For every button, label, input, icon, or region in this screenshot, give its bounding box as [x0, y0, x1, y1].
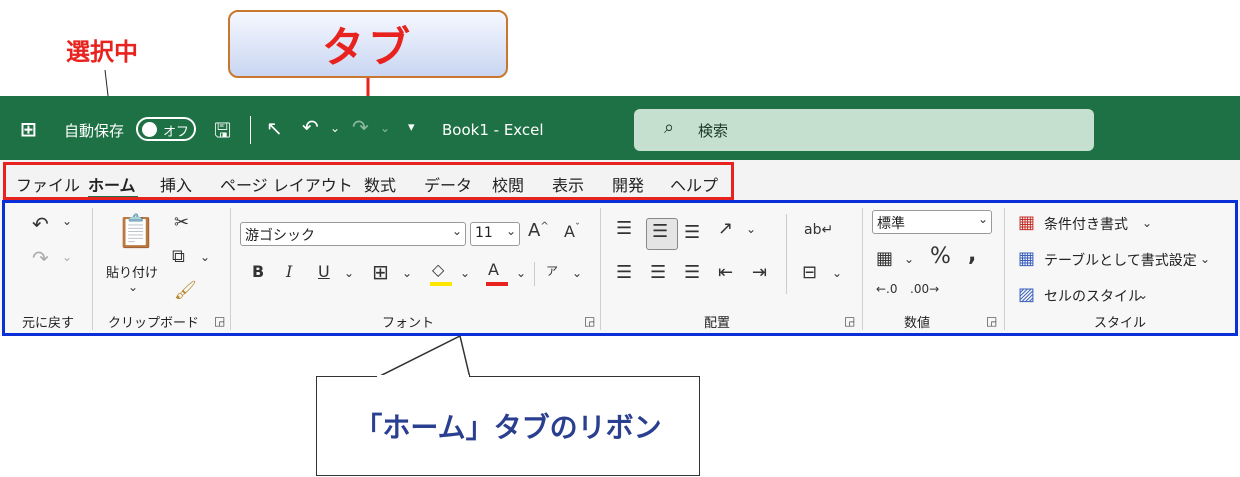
tabs-highlight-box	[3, 162, 734, 200]
redo-icon[interactable]: ↷	[352, 115, 369, 139]
select-cursor-icon[interactable]: ↖	[266, 116, 283, 140]
autosave-toggle[interactable]: オフ	[136, 117, 196, 141]
ribbon-callout: 「ホーム」タブのリボン	[316, 376, 700, 476]
ribbon-highlight-box	[2, 200, 1238, 336]
tab-callout: タブ	[228, 10, 508, 78]
document-title: Book1 - Excel	[442, 121, 544, 139]
undo-icon[interactable]: ↶	[302, 115, 319, 139]
autosave-state: オフ	[163, 125, 190, 140]
search-icon: ⌕	[664, 117, 675, 138]
excel-logo-icon: ⊞	[20, 117, 37, 141]
toolbar-divider	[250, 116, 251, 144]
autosave-label: 自動保存	[64, 122, 125, 140]
selected-annotation: 選択中	[66, 38, 138, 66]
redo-dropdown-icon[interactable]: ⌄	[380, 121, 390, 135]
customize-toolbar-icon[interactable]: ▾	[408, 120, 415, 135]
ribbon-callout-text: 「ホーム」タブのリボン	[354, 411, 662, 444]
tab-callout-text: タブ	[321, 22, 414, 72]
search-placeholder: 検索	[698, 122, 729, 140]
save-icon[interactable]: 🖫	[214, 116, 231, 150]
toggle-knob	[142, 122, 157, 137]
undo-dropdown-icon[interactable]: ⌄	[330, 121, 340, 135]
